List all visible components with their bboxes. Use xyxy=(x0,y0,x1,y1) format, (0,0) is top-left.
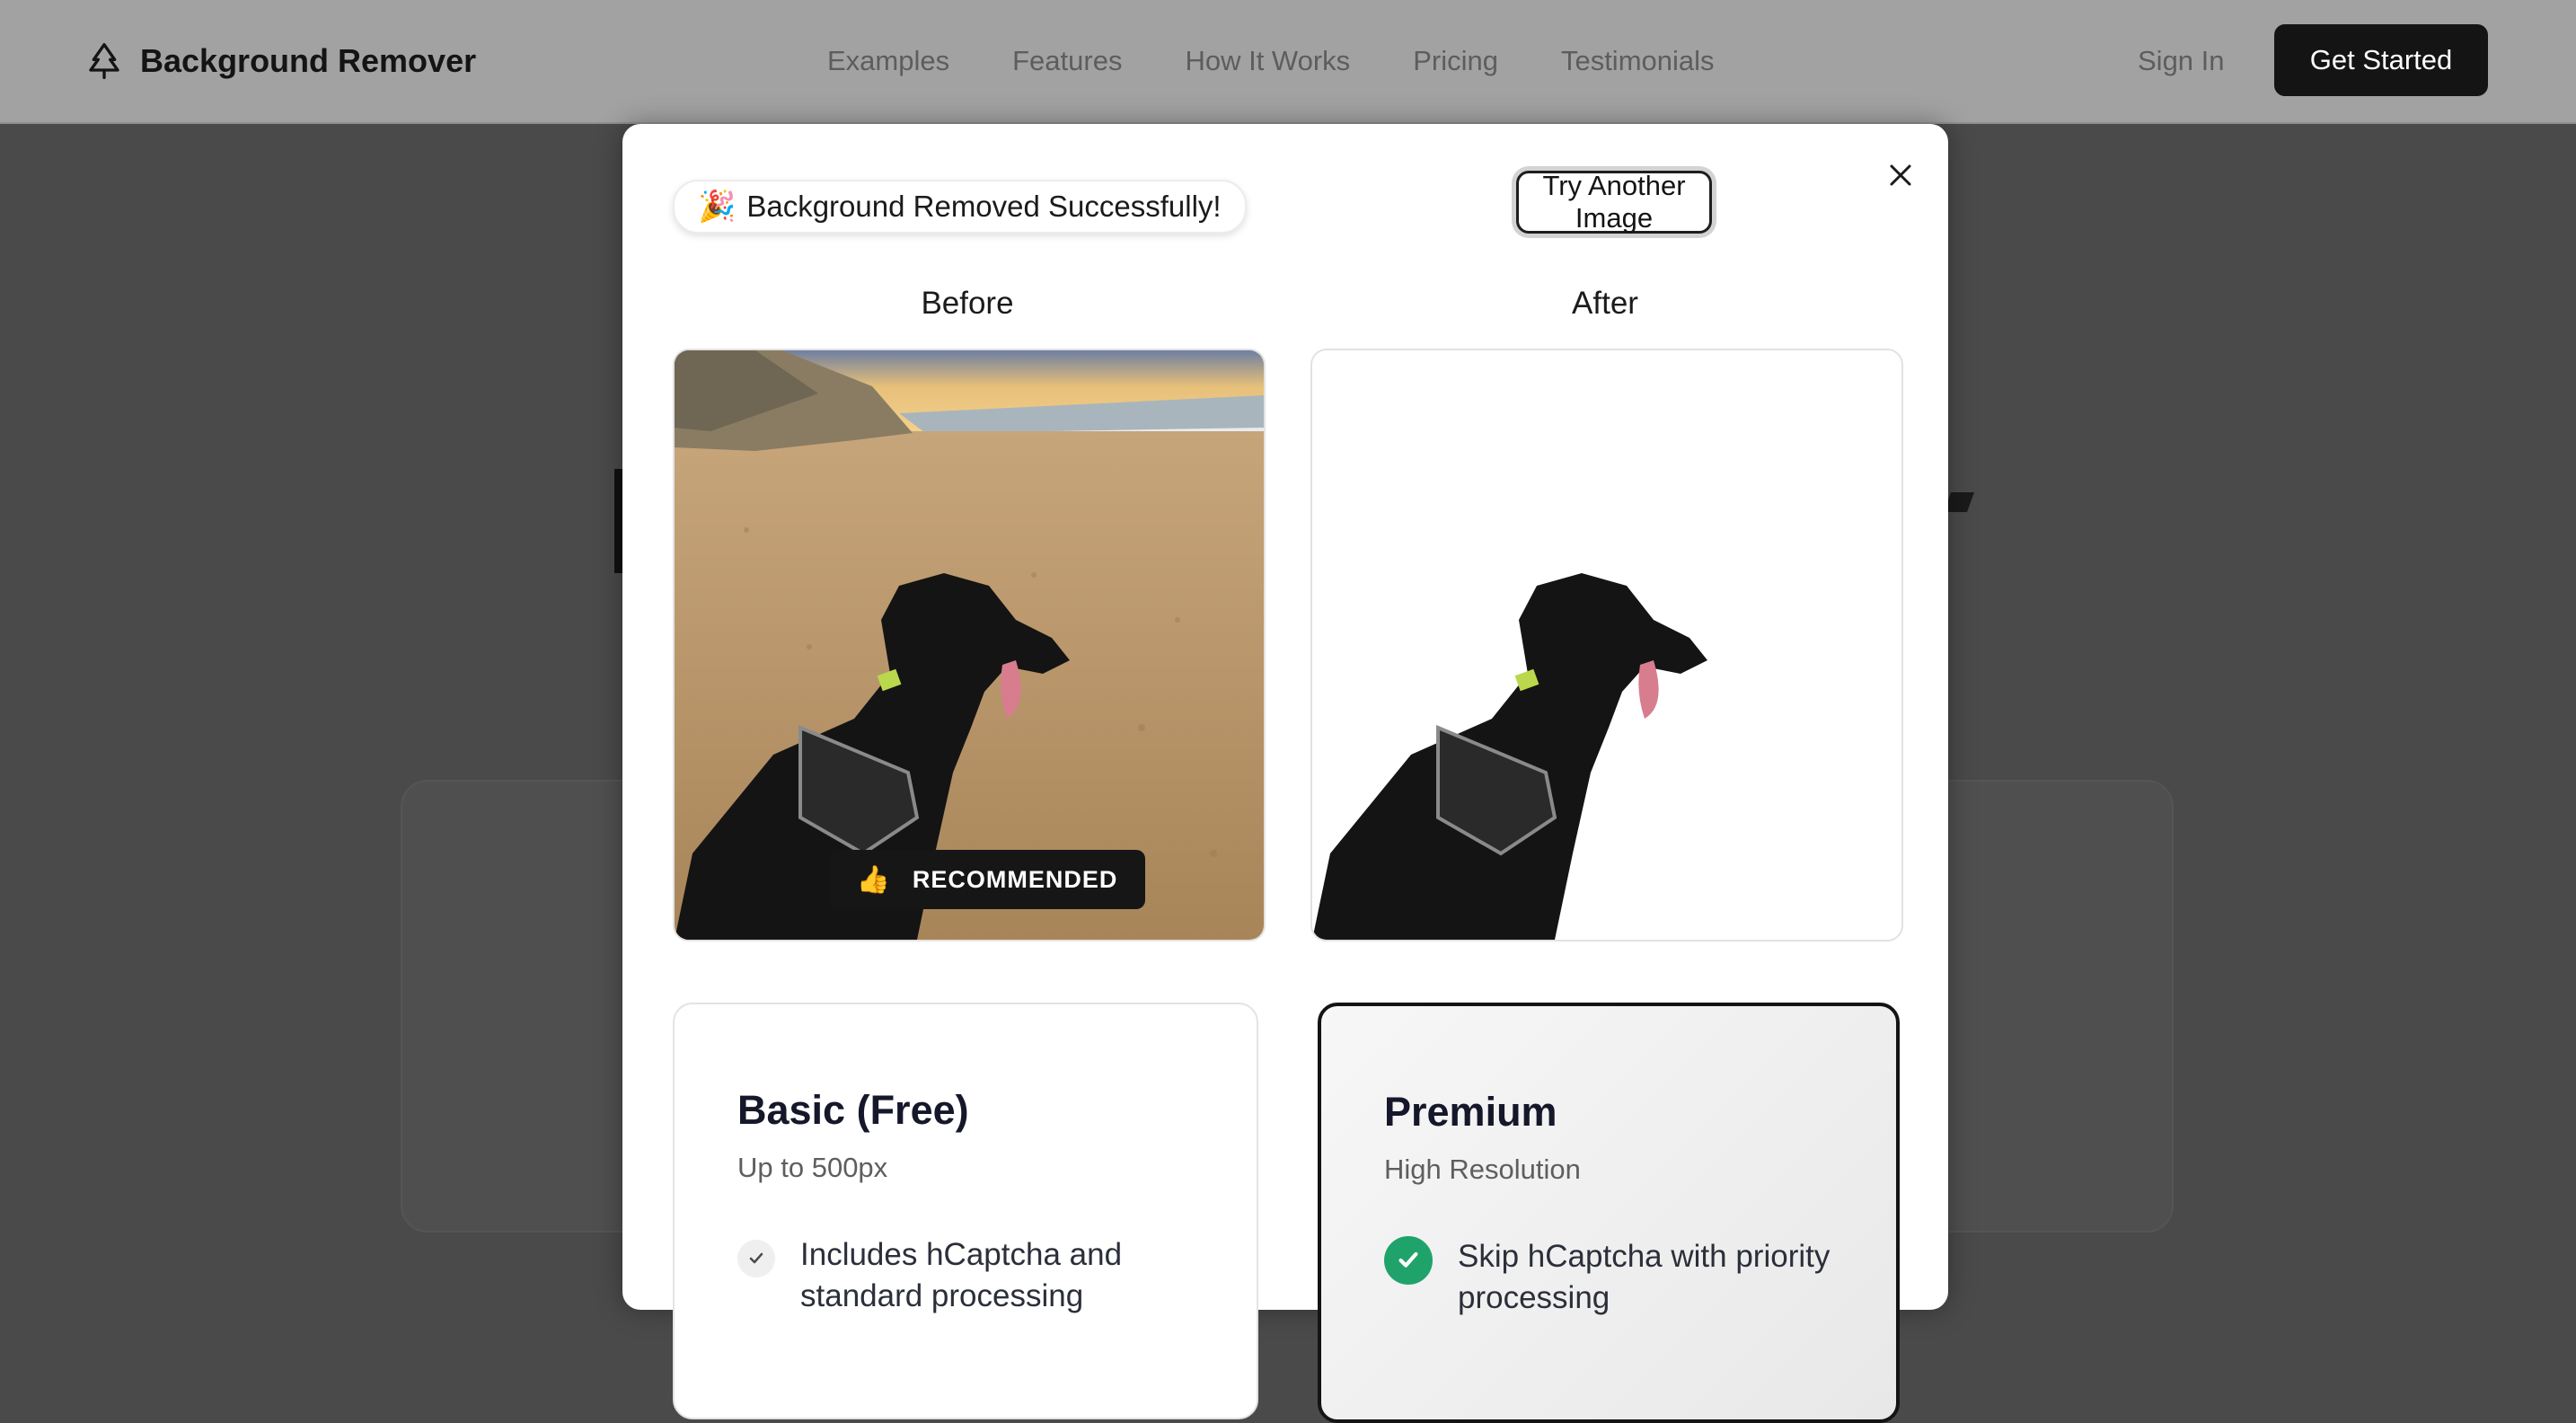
plan-subtitle: Up to 500px xyxy=(737,1152,888,1183)
after-label: After xyxy=(1572,286,1638,321)
plan-feature-text: Skip hCaptcha with priority processing xyxy=(1458,1239,1831,1315)
plan-title: Premium xyxy=(1384,1089,1557,1135)
nav-link-features[interactable]: Features xyxy=(1012,45,1122,77)
nav-link-how-it-works[interactable]: How It Works xyxy=(1185,45,1350,77)
nav-link-examples[interactable]: Examples xyxy=(827,45,949,77)
nav-links: Examples Features How It Works Pricing T… xyxy=(827,36,1715,86)
brand[interactable]: Background Remover xyxy=(86,36,476,86)
nav-link-pricing[interactable]: Pricing xyxy=(1413,45,1498,77)
plan-feature: Includes hCaptcha and standard processin… xyxy=(737,1234,1213,1317)
basic-plan-card[interactable]: Basic (Free) Up to 500px Includes hCaptc… xyxy=(673,1003,1258,1419)
recommended-badge-label: RECOMMENDED xyxy=(912,865,1118,893)
brand-name: Background Remover xyxy=(140,42,477,79)
plan-title: Basic (Free) xyxy=(737,1087,969,1133)
tree-icon xyxy=(89,43,119,79)
result-modal: 🎉 Background Removed Successfully! Try A… xyxy=(622,124,1948,1423)
party-popper-icon: 🎉 xyxy=(698,190,737,224)
close-icon xyxy=(1890,164,1911,186)
nav-link-testimonials[interactable]: Testimonials xyxy=(1561,45,1715,77)
get-started-button[interactable]: Get Started xyxy=(2274,24,2488,96)
top-navbar: Background Remover Examples Features How… xyxy=(0,0,2576,124)
check-icon xyxy=(1384,1236,1433,1285)
try-another-image-button[interactable]: Try Another Image xyxy=(1516,170,1712,234)
success-status-badge: 🎉 Background Removed Successfully! xyxy=(673,180,1247,234)
plan-subtitle: High Resolution xyxy=(1384,1153,1581,1185)
close-button[interactable] xyxy=(1880,155,1921,196)
check-icon xyxy=(737,1240,775,1277)
plan-feature-text: Includes hCaptcha and standard processin… xyxy=(800,1237,1123,1313)
premium-plan-card[interactable]: Premium High Resolution Skip hCaptcha wi… xyxy=(1318,1003,1900,1423)
thumbs-up-icon: 👍 xyxy=(856,864,891,895)
before-label: Before xyxy=(921,286,1014,321)
after-image xyxy=(1310,349,1903,941)
dog-cutout-photo xyxy=(1312,573,1707,940)
sign-in-link[interactable]: Sign In xyxy=(2138,36,2225,86)
recommended-badge: 👍 RECOMMENDED xyxy=(829,850,1145,909)
success-status-text: Background Removed Successfully! xyxy=(746,190,1222,223)
dog-silhouette xyxy=(1312,573,1707,940)
plan-feature: Skip hCaptcha with priority processing xyxy=(1384,1236,1871,1319)
background-heading-fragment xyxy=(1943,492,1975,512)
